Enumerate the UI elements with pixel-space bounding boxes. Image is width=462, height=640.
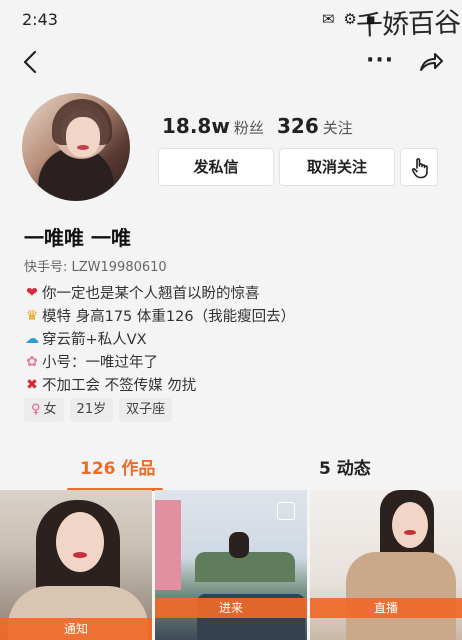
select-checkbox[interactable] <box>277 502 295 520</box>
following-stat[interactable]: 326 关注 <box>277 114 353 138</box>
fans-count: 18.8w <box>162 114 230 138</box>
profile-tags: ♀ 女 21岁 双子座 <box>24 398 173 422</box>
bio-text: 模特 身高175 体重126（我能瘦回去） <box>42 309 296 325</box>
status-time: 2:43 <box>22 10 58 29</box>
age-tag: 21岁 <box>69 398 114 422</box>
bio-line: ✖ 不加工会 不签传媒 勿扰 <box>24 373 444 396</box>
more-actions-button[interactable] <box>400 148 438 186</box>
tab-moments[interactable]: 5 动态 <box>319 454 371 479</box>
gender-tag: ♀ 女 <box>24 398 64 422</box>
bio-text: 你一定也是某个人翘首以盼的惊喜 <box>42 286 260 302</box>
video-label: 通知 <box>0 618 152 640</box>
unfollow-button[interactable]: 取消关注 <box>279 148 395 186</box>
user-id: 快手号: LZW19980610 <box>24 260 167 275</box>
bio: ❤ 你一定也是某个人翘首以盼的惊喜 ♛ 模特 身高175 体重126（我能瘦回去… <box>24 281 444 396</box>
send-message-button[interactable]: 发私信 <box>158 148 274 186</box>
bio-line: ✿ 小号：一唯过年了 <box>24 350 444 373</box>
profile-name: 一唯唯 一唯 <box>24 226 131 250</box>
content-tabs: 126 作品 5 动态 <box>0 448 462 491</box>
following-label: 关注 <box>322 119 353 137</box>
status-bar: 2:43 ✉ ⚙ ▪ 千娇百谷 <box>0 0 462 42</box>
flower-icon: ✿ <box>26 353 38 370</box>
share-icon[interactable] <box>418 49 444 75</box>
bio-text: 穿云箭+私人VX <box>42 332 147 348</box>
bio-line: ☁ 穿云箭+私人VX <box>24 327 444 350</box>
cross-icon: ✖ <box>26 376 38 393</box>
bio-text: 不加工会 不签传媒 勿扰 <box>42 378 197 394</box>
video-thumbnail[interactable]: 直播 <box>310 490 462 640</box>
tab-works[interactable]: 126 作品 <box>80 454 155 479</box>
zodiac-tag: 双子座 <box>119 398 173 422</box>
fans-stat[interactable]: 18.8w 粉丝 <box>162 114 264 138</box>
bio-line: ❤ 你一定也是某个人翘首以盼的惊喜 <box>24 281 444 304</box>
back-icon[interactable] <box>18 49 44 75</box>
more-icon[interactable]: ··· <box>366 48 394 73</box>
video-thumbnail[interactable]: 通知 <box>0 490 152 640</box>
heart-icon: ❤ <box>26 284 38 301</box>
top-nav: ··· <box>0 40 462 86</box>
female-icon: ♀ <box>31 402 41 417</box>
bio-line: ♛ 模特 身高175 体重126（我能瘦回去） <box>24 304 444 327</box>
video-label: 进来 <box>155 598 307 618</box>
cloud-icon: ☁ <box>25 330 39 347</box>
watermark: 千娇百谷 <box>355 7 461 42</box>
video-label: 直播 <box>310 598 462 618</box>
video-thumbnail[interactable]: 进来 <box>155 490 307 640</box>
bio-text: 小号：一唯过年了 <box>42 355 158 371</box>
fans-label: 粉丝 <box>233 119 264 137</box>
avatar[interactable] <box>22 93 130 201</box>
following-count: 326 <box>277 114 319 138</box>
crown-icon: ♛ <box>25 307 39 324</box>
hand-pointer-icon <box>411 158 428 179</box>
video-grid: 通知 进来 直播 <box>0 490 462 640</box>
